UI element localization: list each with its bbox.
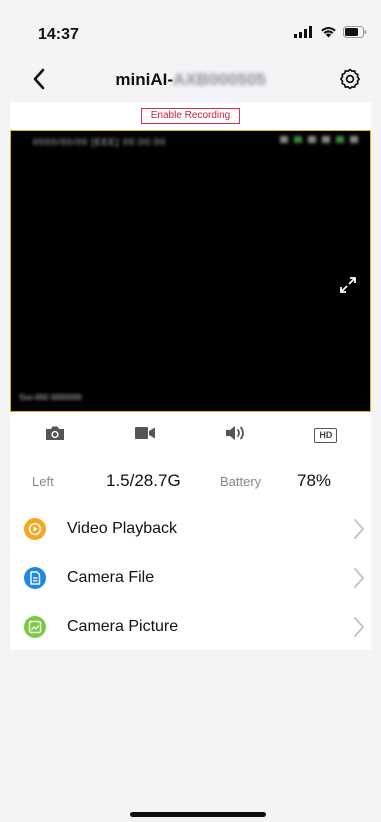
menu-label: Camera Picture (67, 617, 179, 635)
record-row: Enable Recording (10, 102, 371, 130)
picture-icon (24, 615, 46, 638)
hd-icon: HD (314, 427, 338, 443)
chevron-right-icon (353, 567, 365, 589)
storage-left-label: Left (32, 473, 54, 489)
home-indicator[interactable] (130, 812, 266, 817)
file-icon (24, 566, 46, 589)
osd-caption: Sxx-000 0000000 (19, 393, 82, 402)
battery-label: Battery (220, 473, 262, 489)
menu-item-video-playback[interactable]: Video Playback (10, 504, 371, 553)
wifi-icon (320, 25, 337, 43)
enable-recording-button[interactable]: Enable Recording (140, 108, 241, 124)
status-icons (294, 25, 367, 43)
control-toolbar: HD (10, 412, 371, 458)
audio-button[interactable] (216, 420, 256, 450)
osd-status-icons (280, 136, 358, 143)
battery-value: 78% (297, 471, 332, 490)
battery-icon (343, 25, 367, 43)
status-time: 14:37 (38, 26, 79, 43)
storage-battery-stats: Left 1.5/28.7G Battery 78% (10, 458, 371, 504)
quality-button[interactable]: HD (306, 420, 346, 450)
live-video-view[interactable]: 0000/00/00 [EEE] 00:00:00 Sxx-000 000000… (10, 130, 371, 412)
cellular-signal-icon (294, 25, 314, 43)
menu-label: Video Playback (67, 519, 177, 537)
status-bar: 14:37 (0, 0, 381, 60)
live-view-panel: Enable Recording 0000/00/00 [EEE] 00:00:… (10, 102, 371, 650)
snapshot-button[interactable] (35, 420, 75, 450)
app-screen: 14:37 miniAI-AXB000505 Enable Recording … (0, 0, 381, 822)
video-icon (134, 426, 156, 445)
navigation-bar: miniAI-AXB000505 (0, 60, 381, 102)
storage-left-value: 1.5/28.7G (106, 471, 181, 490)
gear-icon (338, 67, 362, 96)
menu-label: Camera File (67, 568, 155, 586)
record-video-button[interactable] (125, 420, 165, 450)
menu-item-camera-file[interactable]: Camera File (10, 553, 371, 602)
chevron-right-icon (353, 616, 365, 638)
title-prefix: miniAI- (115, 70, 173, 89)
chevron-right-icon (353, 518, 365, 540)
osd-timestamp: 0000/00/00 [EEE] 00:00:00 (33, 137, 167, 147)
page-title: miniAI-AXB000505 (0, 70, 381, 90)
speaker-icon (225, 425, 247, 446)
expand-icon (338, 277, 358, 299)
playback-icon (24, 517, 46, 540)
settings-button[interactable] (335, 66, 365, 96)
fullscreen-button[interactable] (338, 275, 358, 295)
device-id-blurred: AXB000505 (172, 70, 266, 89)
camera-icon (45, 425, 65, 446)
menu-item-camera-picture[interactable]: Camera Picture (10, 602, 371, 651)
